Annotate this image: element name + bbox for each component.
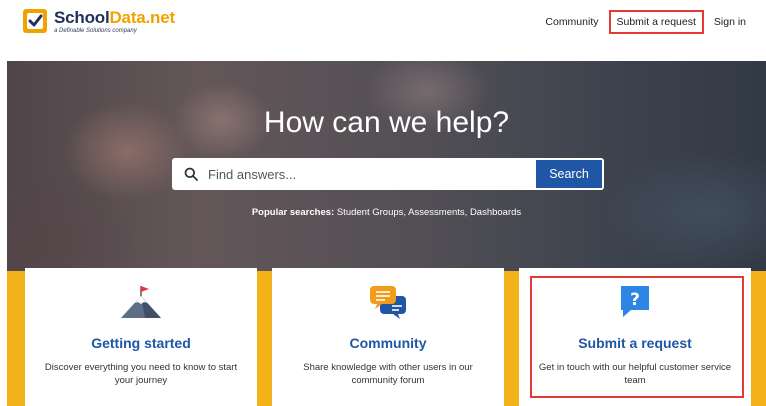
search-icon bbox=[184, 167, 198, 181]
card-community[interactable]: Community Share knowledge with other use… bbox=[272, 268, 504, 406]
card-getting-started[interactable]: Getting started Discover everything you … bbox=[25, 268, 257, 406]
popular-search-dashboards[interactable]: Dashboards bbox=[470, 207, 521, 218]
popular-searches: Popular searches: Student Groups, Assess… bbox=[7, 207, 766, 218]
popular-searches-label: Popular searches: bbox=[251, 207, 335, 218]
logo[interactable]: SchoolData.net a Definable Solutions com… bbox=[22, 8, 175, 34]
nav-community-link[interactable]: Community bbox=[545, 16, 598, 28]
mountain-flag-icon bbox=[25, 284, 257, 320]
nav-submit-request-link[interactable]: Submit a request bbox=[608, 10, 704, 34]
card-description: Discover everything you need to know to … bbox=[44, 362, 238, 386]
popular-search-assessments[interactable]: Assessments, bbox=[408, 207, 467, 218]
highlight-box bbox=[530, 276, 744, 398]
card-description: Share knowledge with other users in our … bbox=[303, 362, 473, 386]
chat-bubbles-icon bbox=[272, 284, 504, 320]
hero-title: How can we help? bbox=[263, 106, 510, 139]
popular-search-student-groups[interactable]: Student Groups, bbox=[337, 207, 406, 218]
search-input[interactable] bbox=[206, 165, 540, 183]
header: SchoolData.net a Definable Solutions com… bbox=[0, 0, 766, 44]
card-title: Getting started bbox=[91, 335, 191, 351]
nav-sign-in-link[interactable]: Sign in bbox=[714, 16, 746, 28]
hero-banner: How can we help? Search Popular searches… bbox=[7, 61, 766, 271]
logo-mark-icon bbox=[22, 8, 48, 34]
search-button[interactable]: Search bbox=[536, 160, 602, 188]
search-bar: Search bbox=[172, 158, 604, 190]
card-title: Community bbox=[349, 335, 427, 351]
brand-name: SchoolData.net bbox=[54, 7, 175, 27]
brand-tagline: a Definable Solutions company bbox=[54, 27, 137, 34]
top-nav: Community Submit a request Sign in bbox=[545, 8, 746, 36]
